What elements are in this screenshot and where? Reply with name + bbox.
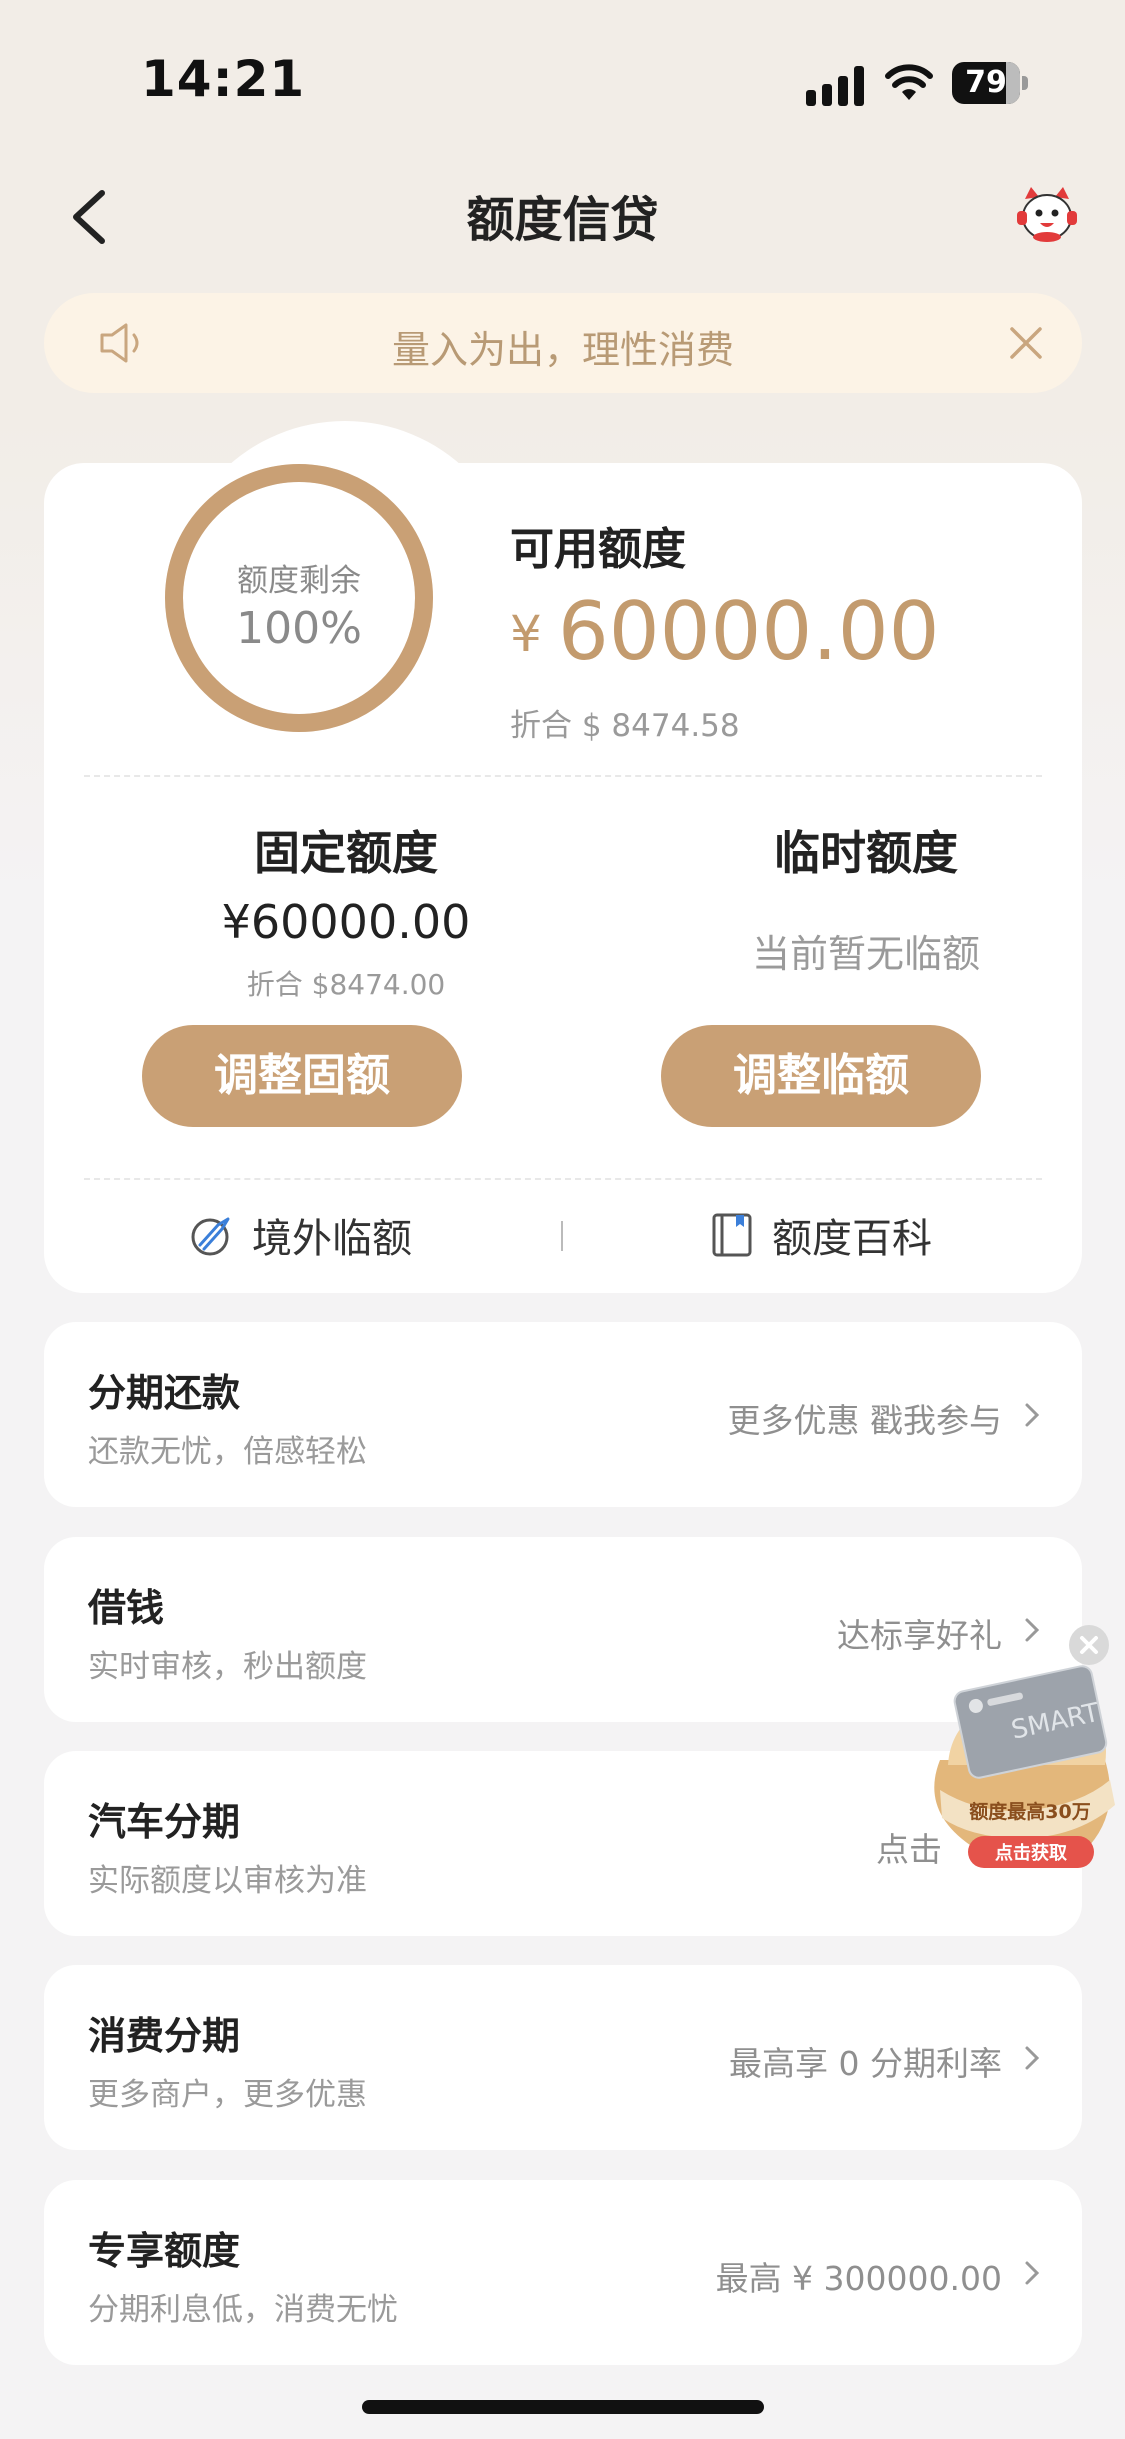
item-promo: 最高 ¥ 300000.00 — [715, 2259, 1002, 2298]
fixed-credit-amount: ¥60000.00 — [221, 895, 471, 949]
adjust-temp-credit-button[interactable]: 调整临额 — [661, 1025, 981, 1127]
item-title: 消费分期 — [88, 2014, 241, 2058]
item-subtitle: 更多商户，更多优惠 — [88, 2077, 367, 2113]
item-promo: 更多优惠 戳我参与 — [727, 1401, 1003, 1440]
credit-encyclopedia-label: 额度百科 — [772, 1216, 932, 1262]
temp-credit-status: 当前暂无临额 — [751, 932, 980, 976]
overseas-temp-credit-label: 境外临额 — [252, 1216, 412, 1262]
chevron-right-icon — [1025, 2261, 1040, 2285]
overseas-temp-credit-link[interactable]: 境外临额 — [188, 1205, 412, 1265]
book-icon — [712, 1213, 752, 1257]
item-subtitle: 实际额度以审核为准 — [88, 1863, 367, 1899]
available-credit-converted: 折合 $ 8474.58 — [510, 708, 740, 744]
available-credit-amount: ¥60000.00 — [510, 585, 940, 678]
separator — [561, 1221, 563, 1251]
close-icon[interactable] — [1006, 323, 1046, 363]
adjust-fixed-credit-button[interactable]: 调整固额 — [142, 1025, 462, 1127]
credit-encyclopedia-link[interactable]: 额度百科 — [708, 1205, 932, 1265]
plane-globe-icon — [191, 1217, 230, 1256]
currency-symbol: ¥ — [510, 605, 542, 663]
fixed-credit-converted: 折合 $8474.00 — [246, 968, 446, 1001]
ad-headline: 额度最高30万 — [969, 1800, 1090, 1823]
temp-credit-title: 临时额度 — [774, 826, 958, 880]
customer-service-mascot-icon[interactable] — [1015, 185, 1079, 245]
notice-text: 量入为出，理性消费 — [391, 328, 734, 372]
available-amount-value: 60000.00 — [557, 585, 940, 678]
notice-banner: 量入为出，理性消费 — [44, 293, 1082, 393]
fixed-credit-title: 固定额度 — [254, 826, 438, 880]
item-title: 汽车分期 — [88, 1800, 241, 1844]
chevron-right-icon — [1025, 1403, 1040, 1427]
item-title: 借钱 — [88, 1586, 165, 1630]
floating-credit-ad[interactable]: SMART 额度最高30万 点击获取 — [920, 1640, 1120, 1880]
divider — [84, 1178, 1042, 1180]
item-subtitle: 实时审核，秒出额度 — [88, 1649, 367, 1685]
list-item-installment-repayment[interactable]: 分期还款 还款无忧，倍感轻松 更多优惠 戳我参与 — [44, 1322, 1082, 1507]
credit-summary-card: 额度剩余 100% 可用额度 ¥60000.00 折合 $ 8474.58 固定… — [44, 421, 1082, 1293]
item-title: 专享额度 — [88, 2229, 241, 2273]
chevron-right-icon — [1025, 2046, 1040, 2070]
page-title: 额度信贷 — [466, 192, 659, 248]
item-subtitle: 还款无忧，倍感轻松 — [88, 1434, 367, 1470]
home-indicator[interactable] — [362, 2400, 764, 2414]
wifi-icon — [884, 62, 934, 102]
ad-button: 点击获取 — [995, 1842, 1068, 1864]
divider — [84, 775, 1042, 777]
list-item-exclusive-credit[interactable]: 专享额度 分期利息低，消费无忧 最高 ¥ 300000.00 — [44, 2180, 1082, 2365]
status-time: 14:21 — [141, 50, 306, 108]
list-item-consumer-installment[interactable]: 消费分期 更多商户，更多优惠 最高享 0 分期利率 — [44, 1965, 1082, 2150]
battery-percent: 79 — [965, 65, 1007, 100]
item-subtitle: 分期利息低，消费无忧 — [88, 2292, 398, 2328]
ring-percent: 100% — [236, 603, 362, 654]
cellular-signal-icon — [806, 66, 864, 106]
item-promo: 最高享 0 分期利率 — [729, 2044, 1002, 2083]
item-title: 分期还款 — [88, 1371, 241, 1415]
available-credit-label: 可用额度 — [510, 524, 686, 575]
battery-icon: 79 — [952, 62, 1028, 104]
ring-label: 额度剩余 — [237, 563, 361, 599]
